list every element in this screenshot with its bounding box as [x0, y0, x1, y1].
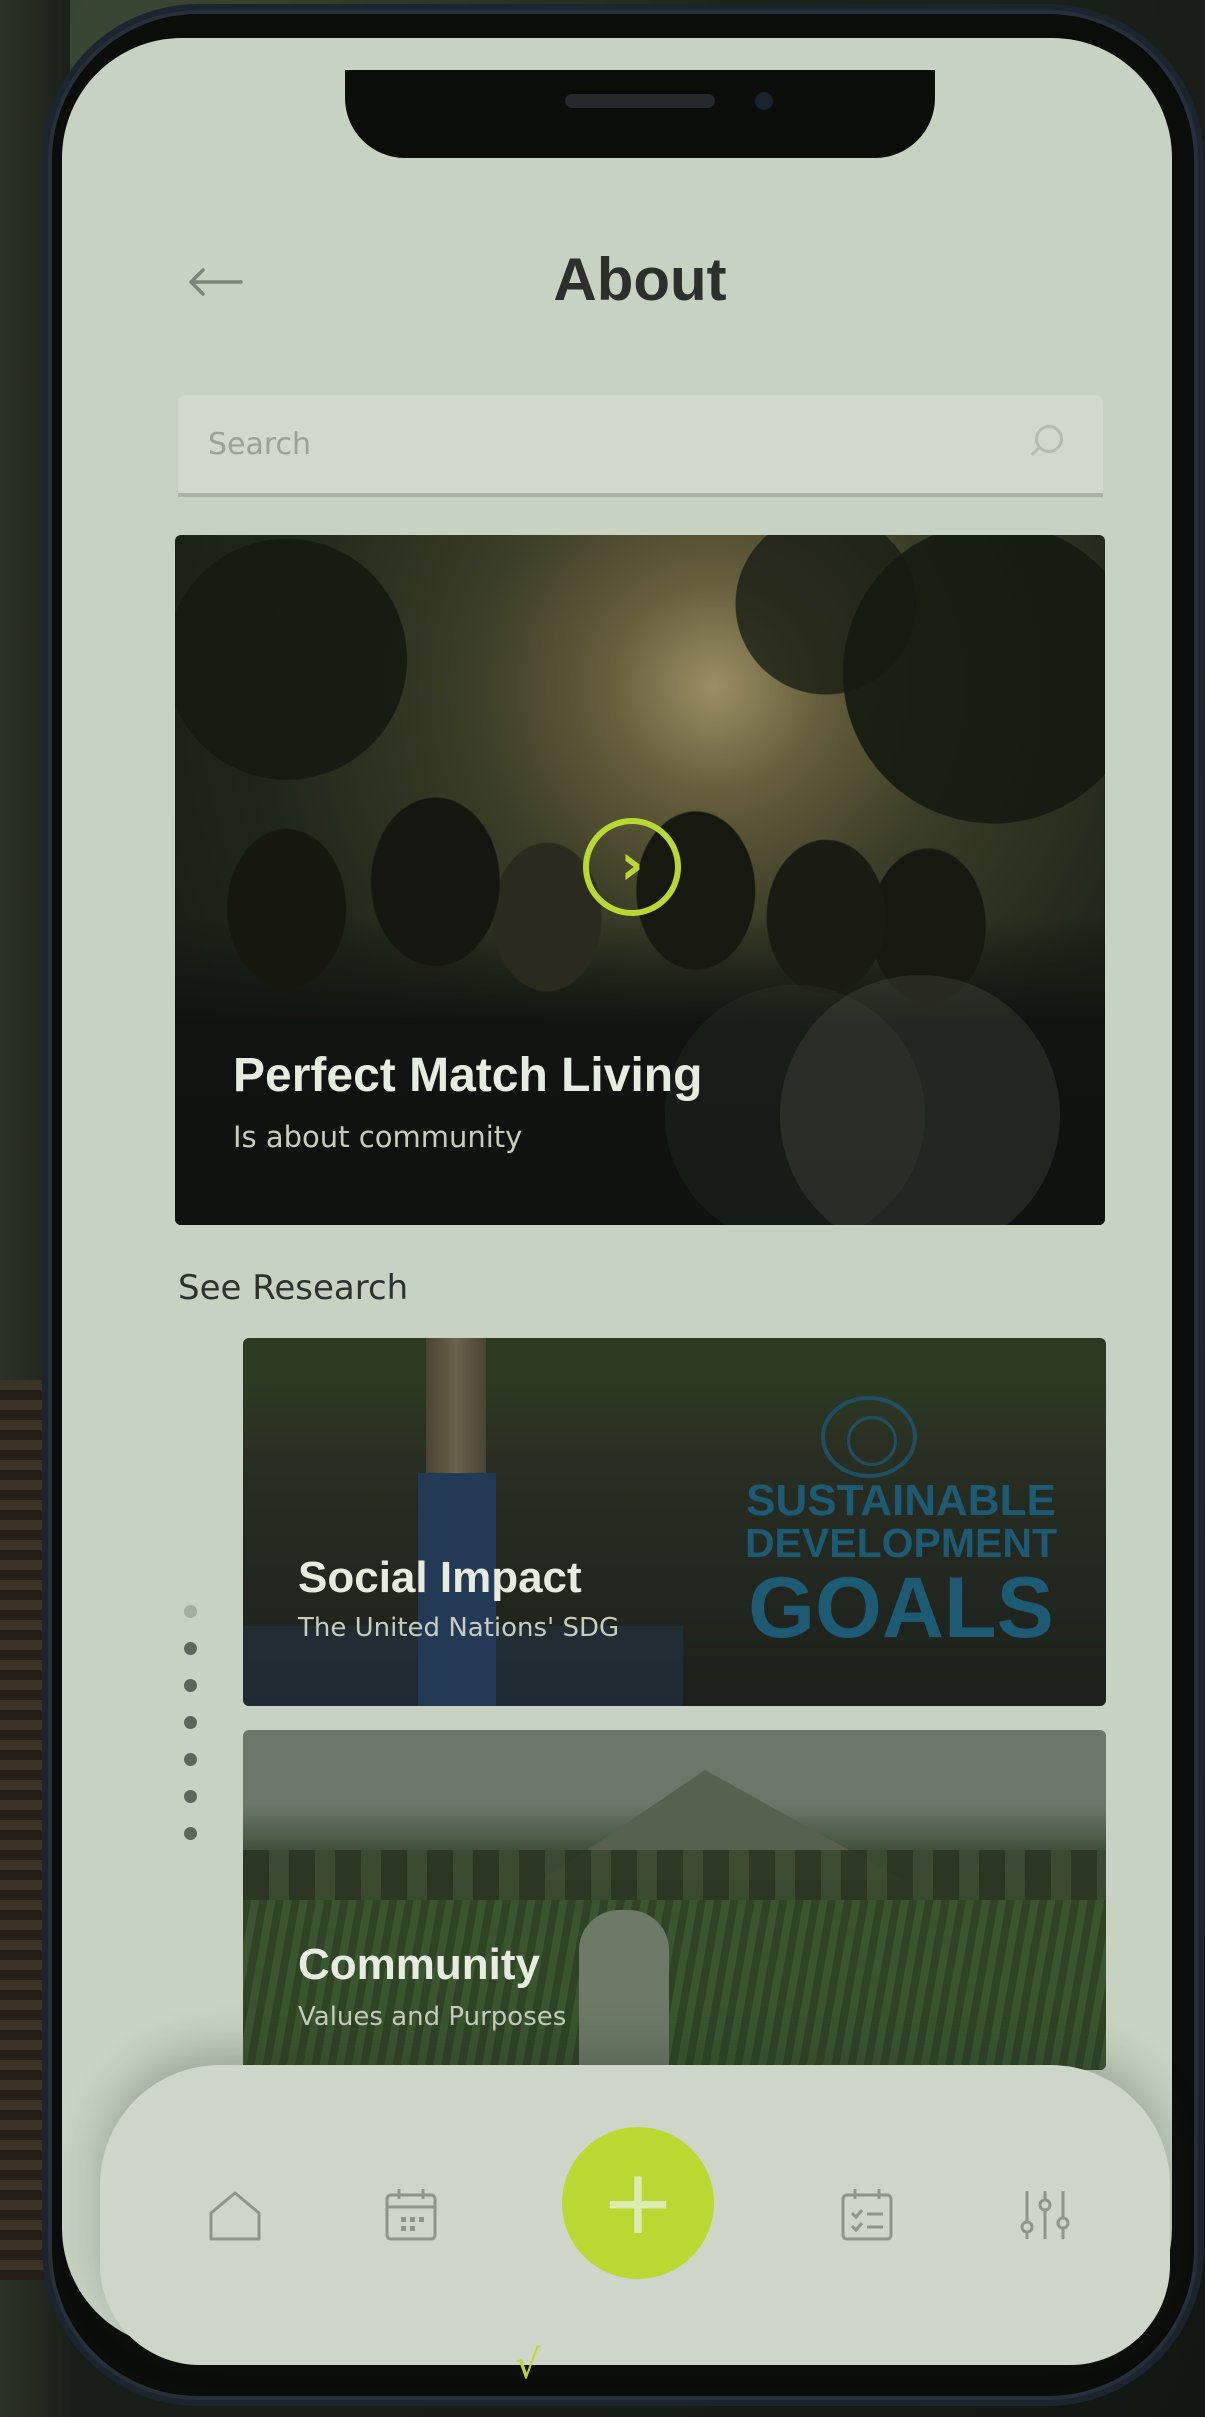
card-title: Social Impact — [298, 1553, 582, 1602]
chevron-right-icon[interactable]: › — [583, 818, 681, 916]
sdg-logo-line-1: SUSTAINABLE — [746, 1476, 1056, 1525]
carousel-dot[interactable] — [184, 1790, 197, 1803]
nav-home[interactable] — [195, 2175, 275, 2255]
speaker-grille — [565, 94, 715, 108]
phone-notch — [345, 70, 935, 158]
add-button[interactable]: + — [562, 2127, 714, 2279]
carousel-dot[interactable] — [184, 1642, 197, 1655]
sdg-logo-line-3: GOALS — [748, 1560, 1054, 1656]
plus-icon: + — [600, 2150, 676, 2255]
hero-title: Perfect Match Living — [233, 1049, 703, 1102]
bottom-nav-bar: + — [100, 2065, 1170, 2365]
search-bar[interactable] — [178, 395, 1103, 497]
nav-filters[interactable] — [1005, 2175, 1085, 2255]
carousel-dot[interactable] — [184, 1716, 197, 1729]
carousel-dot[interactable] — [184, 1605, 197, 1618]
search-input[interactable] — [206, 421, 990, 467]
research-card-community[interactable]: Community Values and Purposes — [243, 1730, 1106, 2070]
un-emblem-icon — [821, 1396, 917, 1478]
card-person — [579, 1910, 669, 2070]
home-icon — [209, 2191, 261, 2241]
hero-card-perfect-match-living[interactable]: › Perfect Match Living Is about communit… — [175, 535, 1105, 1225]
card-subtitle: The United Nations' SDG — [298, 1613, 620, 1643]
calendar-icon — [385, 2189, 437, 2241]
section-title-see-research[interactable]: See Research — [178, 1268, 408, 1308]
research-card-social-impact[interactable]: SUSTAINABLE DEVELOPMENT GOALS Social Imp… — [243, 1338, 1106, 1706]
page-title: About — [553, 246, 727, 313]
search-icon[interactable] — [1035, 425, 1063, 453]
nav-calendar[interactable] — [371, 2175, 451, 2255]
sliders-icon — [1020, 2191, 1070, 2239]
card-title: Community — [298, 1940, 540, 1989]
hero-subtitle: Is about community — [233, 1120, 523, 1154]
check-icon: √ — [515, 2342, 541, 2388]
carousel-dot[interactable] — [184, 1827, 197, 1840]
carousel-dot[interactable] — [184, 1753, 197, 1766]
checklist-calendar-icon — [841, 2189, 893, 2241]
nav-tasks[interactable] — [827, 2175, 907, 2255]
front-camera — [755, 92, 773, 110]
background-blinds — [0, 1380, 55, 2280]
carousel-dot[interactable] — [184, 1679, 197, 1692]
card-subtitle: Values and Purposes — [298, 2002, 567, 2032]
